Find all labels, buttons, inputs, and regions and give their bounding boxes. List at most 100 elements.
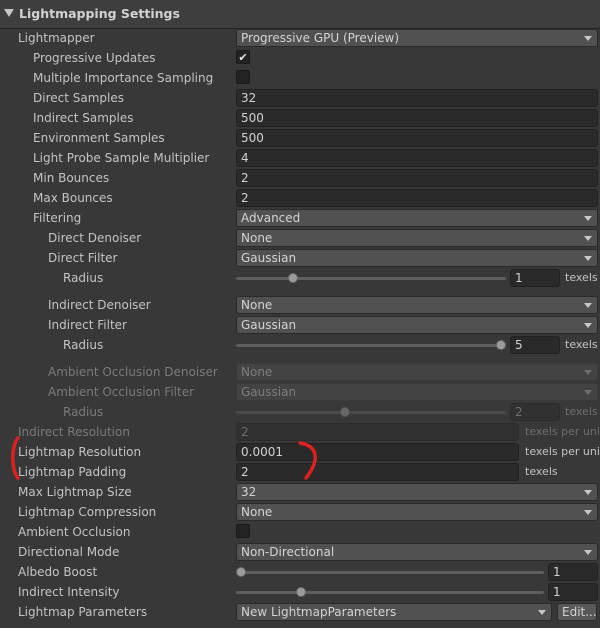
indirect-intensity-label: Indirect Intensity [18,585,120,599]
row-ao-radius: Radius 2 texels [0,402,600,422]
indirect-denoiser-label: Indirect Denoiser [48,298,151,312]
directional-mode-value: Non-Directional [241,545,335,559]
lightmap-compression-dropdown[interactable]: None [236,503,598,521]
progressive-updates-checkbox[interactable]: ✔ [236,50,250,64]
indirect-radius-slider-thumb[interactable] [496,340,506,350]
albedo-boost-label: Albedo Boost [18,565,98,579]
row-ambient-occlusion: Ambient Occlusion [0,522,600,542]
indirect-samples-field[interactable]: 500 [236,109,598,127]
row-indirect-radius: Radius 5 texels [0,335,600,355]
indirect-radius-slider-track[interactable] [236,344,506,347]
min-bounces-field[interactable]: 2 [236,169,598,187]
max-bounces-field[interactable]: 2 [236,189,598,207]
chevron-down-icon [584,256,592,261]
lightmapping-settings-header[interactable]: Lightmapping Settings [0,0,600,29]
ao-denoiser-dropdown: None [236,363,598,381]
row-direct-denoiser: Direct Denoiser None [0,228,600,248]
lightmap-compression-label: Lightmap Compression [18,505,157,519]
section-title: Lightmapping Settings [19,6,180,21]
lightmap-resolution-field[interactable]: 0.0001 [236,443,519,461]
chevron-down-icon [584,510,592,515]
indirect-intensity-slider-track[interactable] [236,591,544,594]
ao-radius-label: Radius [63,405,104,419]
lightmap-parameters-value: New LightmapParameters [241,605,397,619]
row-environment-samples: Environment Samples 500 [0,128,600,148]
chevron-down-icon [584,390,592,395]
checkmark-icon: ✔ [238,51,248,64]
probe-multiplier-label: Light Probe Sample Multiplier [33,151,210,165]
ao-denoiser-label: Ambient Occlusion Denoiser [48,365,218,379]
indirect-radius-label: Radius [63,338,104,352]
indirect-filter-value: Gaussian [241,318,297,332]
ao-radius-unit: texels [565,405,598,418]
row-direct-samples: Direct Samples 32 [0,88,600,108]
lightmap-padding-field[interactable]: 2 [236,463,519,481]
chevron-down-icon [538,610,546,615]
lightmapper-value: Progressive GPU (Preview) [241,31,400,45]
chevron-down-icon [584,490,592,495]
row-lightmap-padding: Lightmap Padding 2 texels [0,462,600,482]
indirect-resolution-label: Indirect Resolution [18,425,130,439]
direct-denoiser-value: None [241,231,273,245]
indirect-denoiser-value: None [241,298,273,312]
direct-filter-dropdown[interactable]: Gaussian [236,249,598,267]
row-indirect-samples: Indirect Samples 500 [0,108,600,128]
direct-samples-field[interactable]: 32 [236,89,598,107]
direct-radius-field[interactable]: 1 [510,269,560,287]
indirect-denoiser-dropdown[interactable]: None [236,296,598,314]
lightmap-resolution-label: Lightmap Resolution [18,445,142,459]
lightmap-padding-unit: texels [525,465,558,478]
foldout-arrow-icon[interactable] [4,9,14,17]
row-lightmapper: Lightmapper Progressive GPU (Preview) [0,28,600,48]
lightmapper-label: Lightmapper [18,31,95,45]
chevron-down-icon [584,216,592,221]
environment-samples-label: Environment Samples [33,131,165,145]
ao-denoiser-value: None [241,365,273,379]
direct-radius-slider-track[interactable] [236,277,506,280]
albedo-boost-slider-track[interactable] [236,571,544,574]
ambient-occlusion-checkbox[interactable] [236,524,250,538]
lightmap-parameters-dropdown[interactable]: New LightmapParameters [236,603,552,621]
row-directional-mode: Directional Mode Non-Directional [0,542,600,562]
direct-denoiser-label: Direct Denoiser [48,231,142,245]
progressive-updates-label: Progressive Updates [33,51,156,65]
ao-radius-field: 2 [510,403,560,421]
row-light-probe-multiplier: Light Probe Sample Multiplier 4 [0,148,600,168]
lightmap-resolution-unit: texels per unit [525,445,600,458]
indirect-samples-label: Indirect Samples [33,111,134,125]
row-albedo-boost: Albedo Boost 1 [0,562,600,582]
max-lightmap-size-value: 32 [241,485,257,499]
max-lightmap-size-dropdown[interactable]: 32 [236,483,598,501]
row-lightmap-parameters: Lightmap Parameters New LightmapParamete… [0,602,600,622]
mis-checkbox[interactable] [236,70,250,84]
lightmap-parameters-label: Lightmap Parameters [18,605,148,619]
direct-radius-label: Radius [63,271,104,285]
direct-radius-slider-thumb[interactable] [288,273,298,283]
row-max-bounces: Max Bounces 2 [0,188,600,208]
ao-radius-slider-thumb [340,407,350,417]
chevron-down-icon [584,303,592,308]
chevron-down-icon [584,236,592,241]
indirect-radius-field[interactable]: 5 [510,336,560,354]
indirect-filter-dropdown[interactable]: Gaussian [236,316,598,334]
filtering-value: Advanced [241,211,301,225]
indirect-intensity-field[interactable]: 1 [548,583,598,601]
directional-mode-dropdown[interactable]: Non-Directional [236,543,598,561]
row-indirect-denoiser: Indirect Denoiser None [0,295,600,315]
direct-denoiser-dropdown[interactable]: None [236,229,598,247]
probe-multiplier-field[interactable]: 4 [236,149,598,167]
ambient-occlusion-label: Ambient Occlusion [18,525,131,539]
lightmapper-dropdown[interactable]: Progressive GPU (Preview) [236,29,598,47]
edit-button[interactable]: Edit... [557,603,597,621]
row-lightmap-resolution: Lightmap Resolution 0.0001 texels per un… [0,442,600,462]
filtering-dropdown[interactable]: Advanced [236,209,598,227]
albedo-boost-slider-thumb[interactable] [236,567,246,577]
albedo-boost-field[interactable]: 1 [548,563,598,581]
ao-filter-value: Gaussian [241,385,297,399]
row-min-bounces: Min Bounces 2 [0,168,600,188]
environment-samples-field[interactable]: 500 [236,129,598,147]
row-progressive-updates: Progressive Updates ✔ [0,48,600,68]
ao-filter-dropdown: Gaussian [236,383,598,401]
chevron-down-icon [584,36,592,41]
indirect-intensity-slider-thumb[interactable] [295,587,306,597]
